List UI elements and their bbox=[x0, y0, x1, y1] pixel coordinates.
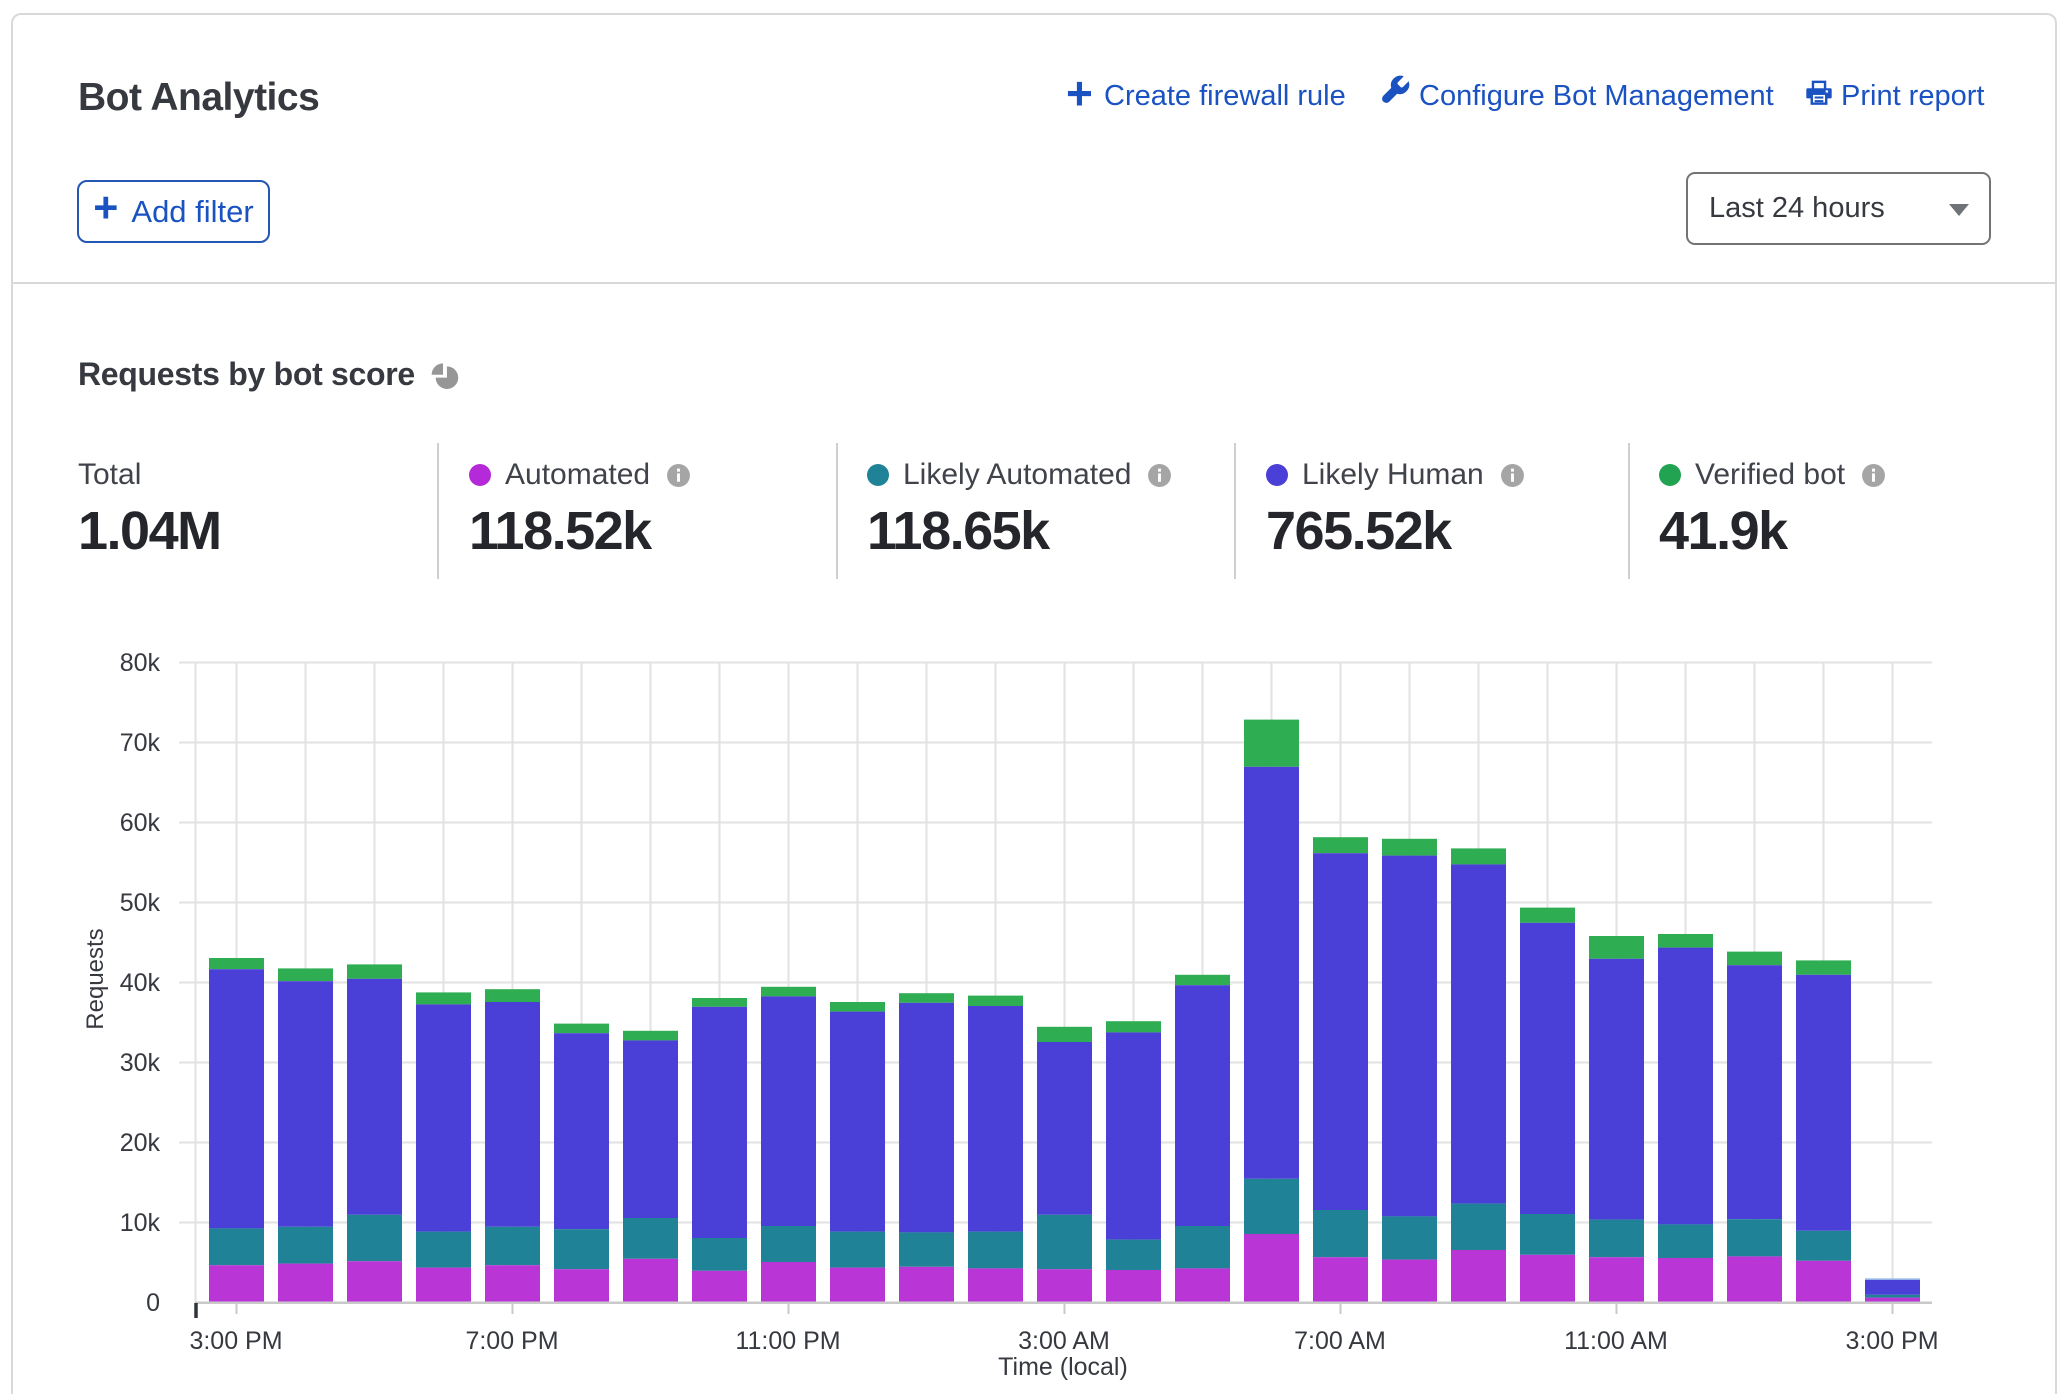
svg-text:10k: 10k bbox=[120, 1209, 161, 1237]
svg-text:3:00 PM: 3:00 PM bbox=[1845, 1327, 1938, 1355]
svg-text:3:00 AM: 3:00 AM bbox=[1018, 1327, 1110, 1355]
svg-text:11:00 AM: 11:00 AM bbox=[1564, 1327, 1668, 1355]
svg-text:11:00 PM: 11:00 PM bbox=[735, 1327, 840, 1355]
svg-text:60k: 60k bbox=[120, 809, 161, 837]
svg-text:80k: 80k bbox=[120, 649, 161, 677]
svg-text:20k: 20k bbox=[120, 1129, 161, 1157]
svg-text:0: 0 bbox=[146, 1289, 160, 1317]
svg-text:7:00 AM: 7:00 AM bbox=[1294, 1327, 1386, 1355]
svg-text:Time (local): Time (local) bbox=[998, 1353, 1128, 1381]
svg-text:30k: 30k bbox=[120, 1049, 161, 1077]
svg-text:Requests: Requests bbox=[82, 928, 109, 1029]
svg-text:50k: 50k bbox=[120, 889, 161, 917]
svg-text:40k: 40k bbox=[120, 969, 161, 997]
svg-text:70k: 70k bbox=[120, 729, 161, 757]
svg-text:7:00 PM: 7:00 PM bbox=[465, 1327, 558, 1355]
svg-text:3:00 PM: 3:00 PM bbox=[189, 1327, 282, 1355]
